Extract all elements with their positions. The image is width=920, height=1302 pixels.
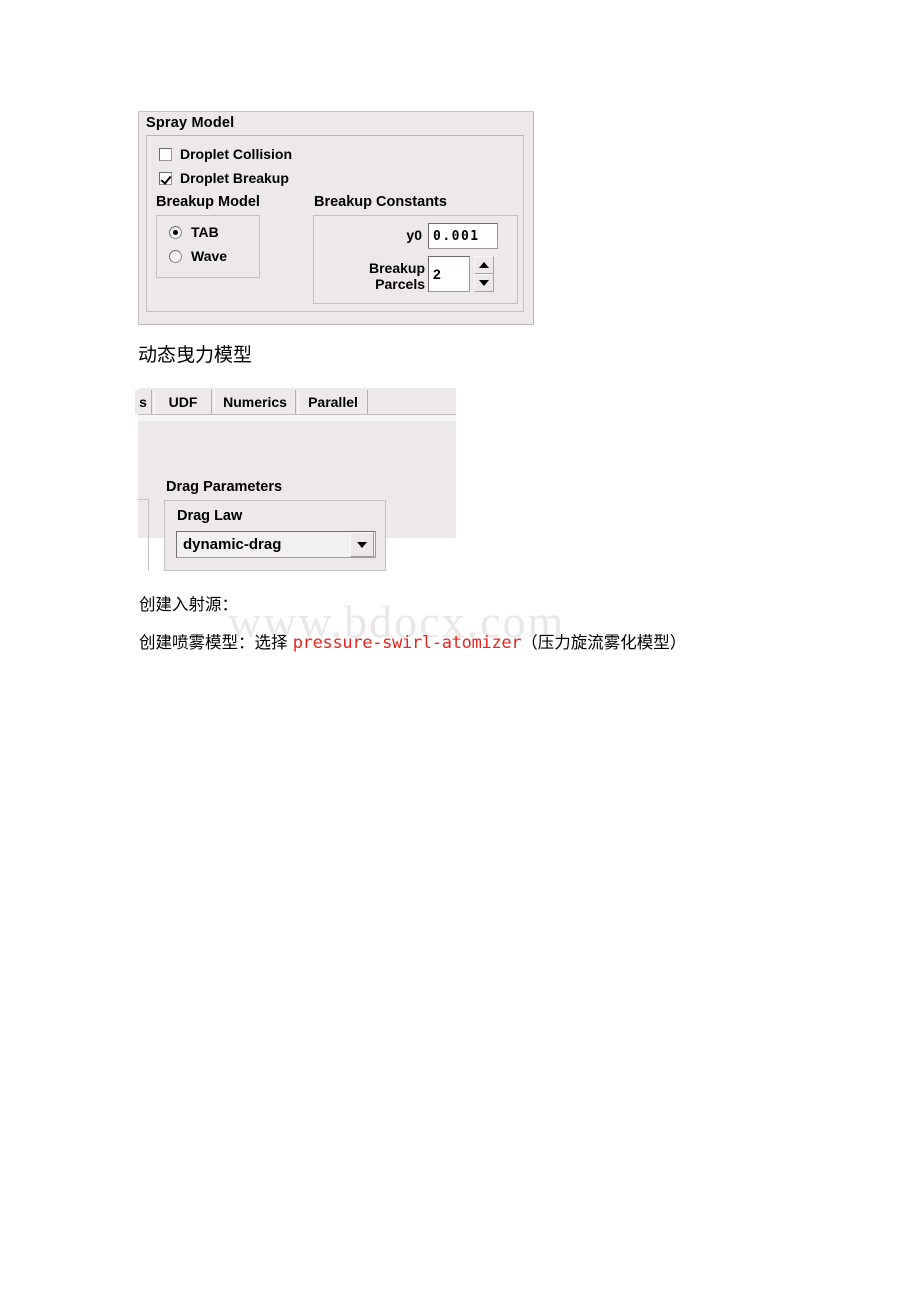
- tab-strip: s UDF Numerics Parallel: [134, 388, 456, 415]
- drag-tab-content: Drag Parameters Drag Law dynamic-drag: [138, 421, 456, 571]
- tab-parallel[interactable]: Parallel: [298, 390, 368, 414]
- radio-unselected-icon[interactable]: [169, 249, 182, 263]
- triangle-up-icon: [479, 262, 489, 268]
- breakup-parcels-input[interactable]: 2: [428, 256, 470, 292]
- checkbox-droplet-collision[interactable]: Droplet Collision: [159, 146, 292, 162]
- radio-tab[interactable]: TAB: [169, 224, 219, 240]
- panel-left-edge-strip: [138, 499, 149, 571]
- triangle-down-icon: [479, 280, 489, 286]
- breakup-constants-groupbox: y0 0.001 Breakup Parcels 2: [313, 215, 518, 304]
- drag-parameters-groupbox: Drag Law dynamic-drag: [164, 500, 386, 571]
- tab-truncated[interactable]: s: [134, 390, 152, 414]
- text-create-spray-prefix: 创建喷雾模型：选择: [139, 633, 293, 652]
- tab-truncated-label: s: [139, 394, 147, 410]
- tab-udf[interactable]: UDF: [154, 390, 212, 414]
- breakup-parcels-label: Breakup Parcels: [368, 260, 425, 292]
- drag-law-dropdown[interactable]: dynamic-drag: [176, 531, 376, 558]
- spray-model-title: Spray Model: [146, 115, 235, 131]
- checkbox-droplet-breakup-label: Droplet Breakup: [180, 170, 289, 186]
- y0-label: y0: [406, 227, 422, 243]
- checkbox-droplet-breakup[interactable]: Droplet Breakup: [159, 170, 289, 186]
- radio-tab-label: TAB: [191, 224, 219, 240]
- radio-wave-label: Wave: [191, 248, 228, 264]
- checkbox-unchecked-icon[interactable]: [159, 147, 172, 161]
- tab-numerics-label: Numerics: [223, 394, 287, 410]
- spray-model-groupbox: Droplet Collision Droplet Breakup Breaku…: [146, 135, 524, 312]
- drag-law-selected-value: dynamic-drag: [183, 536, 282, 553]
- heading-dynamic-drag-model: 动态曳力模型: [138, 344, 253, 366]
- breakup-model-title: Breakup Model: [156, 194, 260, 210]
- text-create-injection: 创建入射源：: [139, 595, 238, 614]
- tab-parallel-label: Parallel: [308, 394, 358, 410]
- spinner-up-button[interactable]: [474, 256, 494, 274]
- text-create-spray-model: 创建喷雾模型：选择 pressure-swirl-atomizer（压力旋流雾化…: [139, 629, 686, 653]
- breakup-constants-title: Breakup Constants: [314, 194, 447, 210]
- checkbox-checked-icon[interactable]: [159, 171, 172, 185]
- checkbox-droplet-collision-label: Droplet Collision: [180, 146, 292, 162]
- y0-input[interactable]: 0.001: [428, 223, 498, 249]
- breakup-parcels-spinner[interactable]: [474, 256, 494, 292]
- breakup-model-groupbox: TAB Wave: [156, 215, 260, 278]
- radio-selected-icon[interactable]: [169, 225, 182, 239]
- radio-wave[interactable]: Wave: [169, 248, 227, 264]
- chevron-down-icon: [357, 541, 367, 548]
- text-create-spray-suffix: （压力旋流雾化模型）: [521, 633, 687, 652]
- tab-numerics[interactable]: Numerics: [214, 390, 296, 414]
- drag-law-dropdown-button[interactable]: [350, 532, 374, 557]
- text-pressure-swirl-atomizer: pressure-swirl-atomizer: [292, 633, 522, 653]
- drag-law-label: Drag Law: [177, 508, 243, 524]
- drag-parameters-screenshot: s UDF Numerics Parallel Drag Parameters …: [134, 388, 456, 571]
- drag-parameters-title: Drag Parameters: [166, 479, 283, 495]
- spray-model-screenshot: Spray Model Droplet Collision Droplet Br…: [138, 111, 534, 325]
- spinner-down-button[interactable]: [474, 274, 494, 292]
- tab-udf-label: UDF: [168, 394, 198, 410]
